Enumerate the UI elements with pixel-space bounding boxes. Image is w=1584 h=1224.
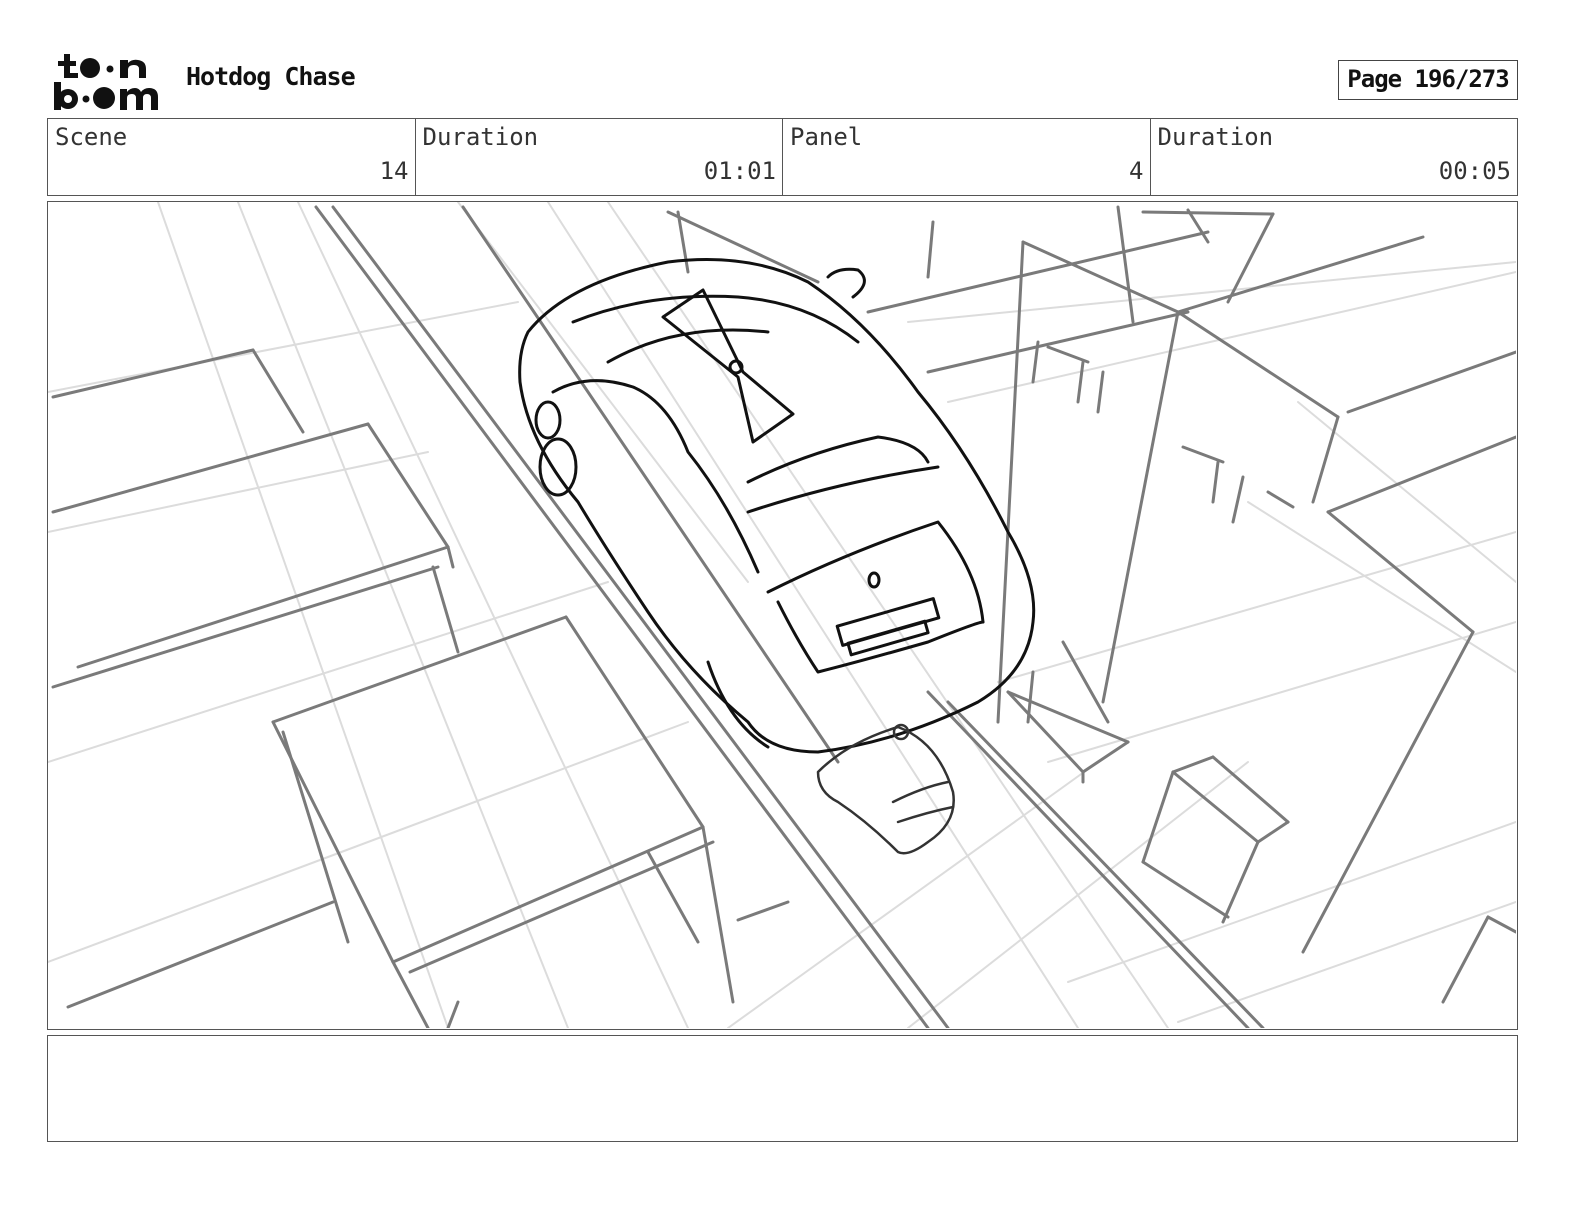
scene-label: Scene	[55, 123, 128, 151]
panel-notes-box	[47, 1035, 1518, 1142]
scene-value: 14	[379, 157, 409, 185]
car-top-sketch	[518, 258, 1036, 754]
panel-label: Panel	[790, 123, 863, 151]
panel-duration-cell: Duration 00:05	[1151, 119, 1518, 195]
small-car-sketch	[816, 723, 955, 855]
panel-duration-value: 00:05	[1438, 157, 1511, 185]
storyboard-panel	[47, 201, 1518, 1030]
scene-duration-label: Duration	[422, 123, 539, 151]
panel-info-bar: Scene 14 Duration 01:01 Panel 4 Duration…	[47, 118, 1518, 196]
scene-duration-cell: Duration 01:01	[416, 119, 783, 195]
scene-duration-value: 01:01	[703, 157, 776, 185]
panel-cell: Panel 4	[783, 119, 1151, 195]
panel-value: 4	[1129, 157, 1144, 185]
project-title: Hotdog Chase	[186, 62, 356, 91]
scene-cell: Scene 14	[48, 119, 416, 195]
page-indicator: Page 196/273	[1338, 60, 1518, 100]
panel-sketch	[48, 202, 1516, 1028]
toon-boom-logo	[50, 52, 165, 112]
panel-duration-label: Duration	[1157, 123, 1274, 151]
